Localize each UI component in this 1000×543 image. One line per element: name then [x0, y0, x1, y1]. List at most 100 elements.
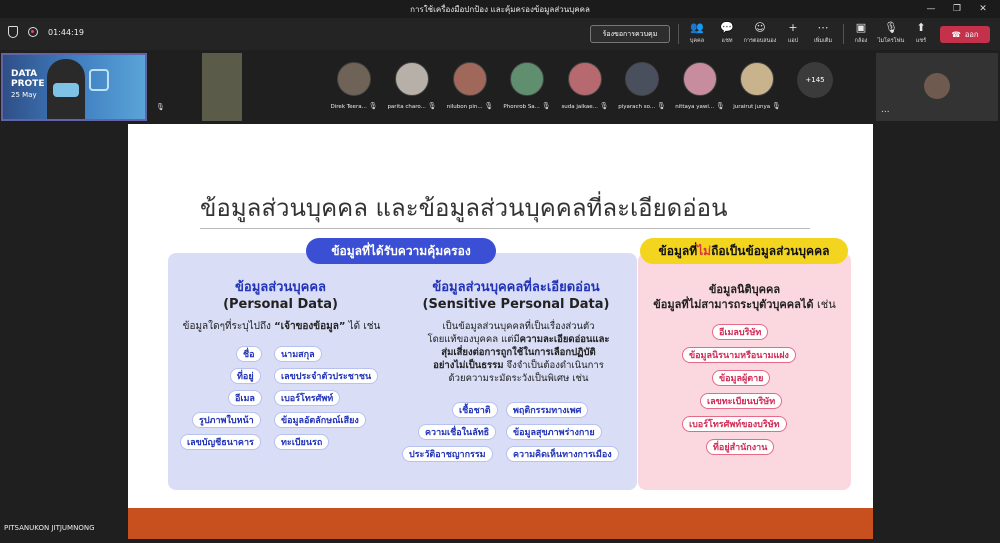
mic-off-icon: 🎙 — [156, 103, 165, 111]
title-divider — [200, 228, 810, 229]
slide-title: ข้อมูลส่วนบุคคล และข้อมูลส่วนบุคคลที่ละเ… — [200, 194, 728, 222]
shield-icon[interactable] — [8, 26, 18, 38]
people-button[interactable]: 👥 บุคคล — [680, 22, 714, 45]
desc-text: โดยแท้ของบุคคล แต่มี — [427, 334, 520, 345]
window-title: การใช้เครื่องมือปกป้อง และคุ้มครองข้อมูล… — [410, 4, 590, 14]
personal-tag: เลขประจำตัวประชาชน — [274, 368, 379, 384]
sensitive-tag: ข้อมูลสุขภาพร่างกาย — [506, 424, 602, 440]
share-icon: ⬆ — [916, 21, 926, 34]
participant-name: Phonrob Sa... — [503, 104, 540, 110]
mic-off-icon: 🎙 — [484, 102, 494, 110]
non-personal-tag: เลขทะเบียนบริษัท — [700, 393, 783, 409]
non-personal-tag: ที่อยู่สำนักงาน — [706, 439, 775, 455]
mic-button[interactable]: 🎙 ไมโครโฟน — [874, 22, 908, 45]
mic-off-icon: 🎙 — [541, 102, 551, 110]
participant-video-tile[interactable] — [202, 53, 242, 121]
more-icon: ⋯ — [817, 21, 829, 34]
apps-button[interactable]: + แอป — [776, 22, 810, 45]
sensitive-tag: เชื้อชาติ — [452, 402, 498, 418]
camera-button[interactable]: ▣ กล้อง — [844, 22, 878, 45]
desc-text: ด้วยความระมัดระวังเป็นพิเศษ เช่น — [448, 373, 589, 384]
personal-data-title: ข้อมูลส่วนบุคคล (Personal Data) — [178, 279, 383, 313]
mic-off-icon: 🎙 — [771, 102, 781, 110]
personal-tag: ชื่อ — [236, 346, 262, 362]
non-personal-title: ข้อมูลนิติบุคคล — [708, 283, 781, 296]
meeting-timer: 01:44:19 — [48, 27, 84, 37]
avatar — [568, 62, 602, 96]
share-button[interactable]: ⬆ แชร์ — [904, 22, 938, 45]
personal-data-desc: ข้อมูลใดๆที่ระบุไปถึง “เจ้าของข้อมูล” ได… — [174, 320, 389, 334]
leave-label: ออก — [964, 29, 979, 39]
tile-options-button[interactable]: ... — [881, 105, 890, 115]
leave-button[interactable]: ☎ ออก — [940, 26, 990, 43]
desc-text: จึงจำเป็นต้องดำเนินการ — [503, 360, 604, 371]
avatar — [683, 62, 717, 96]
non-personal-data-title: ข้อมูลนิติบุคคล ข้อมูลที่ไม่สามารถระบุตั… — [638, 282, 851, 312]
participant-tile[interactable]: Phonrob Sa... 🎙 — [497, 62, 557, 110]
mic-off-icon: 🎙 — [884, 21, 898, 34]
presenter-video-tile[interactable]: DATA PROTE 25 May — [1, 53, 147, 121]
request-control-button[interactable]: ร้องขอการควบคุม — [590, 25, 670, 43]
lock-icon — [89, 69, 109, 91]
participant-tile[interactable]: suda jaikae... 🎙 — [555, 62, 615, 110]
personal-tag: ข้อมูลอัตลักษณ์เสียง — [274, 412, 366, 428]
desc-bold: อย่างไม่เป็นธรรม — [433, 360, 504, 371]
toolbar-divider — [678, 24, 679, 44]
participant-tile[interactable]: nittaya yawi... 🎙 — [670, 62, 730, 110]
apps-label: แอป — [787, 38, 799, 44]
participant-tile[interactable]: Direk Teera... 🎙 — [324, 62, 384, 110]
desc-text: เป็นข้อมูลส่วนบุคคลที่เป็นเรื่องส่วนตัว — [442, 321, 595, 332]
header-negation: ไม่ — [697, 243, 712, 258]
sensitive-data-desc: เป็นข้อมูลส่วนบุคคลที่เป็นเรื่องส่วนตัว … — [406, 320, 631, 385]
personal-tag: ทะเบียนรถ — [274, 434, 330, 450]
participant-name: nittaya yawi... — [675, 104, 715, 110]
face-mask — [53, 83, 79, 97]
people-icon: 👥 — [690, 21, 704, 34]
personal-tag: เลขบัญชีธนาคาร — [180, 434, 261, 450]
avatar — [924, 73, 950, 99]
restore-button[interactable]: ❐ — [944, 4, 970, 14]
window-controls: — ❐ ✕ — [918, 0, 996, 18]
more-participants-button[interactable]: +145 — [797, 62, 833, 98]
self-video-tile[interactable]: ... — [876, 53, 998, 121]
phone-hangup-icon: ☎ — [951, 30, 961, 39]
avatar — [510, 62, 544, 96]
sensitive-tag: พฤติกรรมทางเพศ — [506, 402, 589, 418]
desc-bold: สุ่มเสี่ยงต่อการถูกใช้ในการเลือกปฏิบัติ — [441, 347, 596, 358]
avatar — [337, 62, 371, 96]
participant-name: piyarach so... — [618, 104, 656, 110]
chat-button[interactable]: 💬 แชท — [710, 22, 744, 45]
non-personal-tag: ข้อมูลนิรนามหรือนามแฝง — [682, 347, 796, 363]
slide-footer-bar — [128, 508, 873, 539]
reactions-button[interactable]: ☺ การตอบสนอง — [743, 22, 777, 45]
more-button[interactable]: ⋯ เพิ่มเติม — [806, 22, 840, 45]
minimize-button[interactable]: — — [918, 4, 944, 14]
participant-tile[interactable]: nilubon pin... 🎙 — [440, 62, 500, 110]
participant-tile[interactable]: piyarach so... 🎙 — [612, 62, 672, 110]
meeting-status: 01:44:19 — [8, 26, 84, 38]
meeting-toolbar: 01:44:19 ร้องขอการควบคุม 👥 บุคคล 💬 แชท ☺… — [0, 18, 1000, 50]
sensitive-tag: ความเชื่อในลัทธิ — [418, 424, 497, 440]
mic-off-icon: 🎙 — [427, 102, 437, 110]
chat-label: แชท — [721, 38, 733, 44]
participant-name: suda jaikae... — [561, 104, 598, 110]
mic-label: ไมโครโฟน — [877, 38, 905, 44]
recording-icon — [28, 27, 38, 37]
protected-data-header: ข้อมูลที่ได้รับความคุ้มครอง — [306, 238, 496, 264]
presenter-name-label: PITSANUKON JITJUMNONG — [4, 524, 95, 532]
participant-tile[interactable]: parita charo... 🎙 — [382, 62, 442, 110]
avatar — [740, 62, 774, 96]
apps-icon: + — [788, 21, 798, 34]
close-window-button[interactable]: ✕ — [970, 4, 996, 14]
sensitive-data-title: ข้อมูลส่วนบุคคลที่ละเอียดอ่อน (Sensitive… — [396, 279, 636, 313]
non-personal-subtitle: ข้อมูลที่ไม่สามารถระบุตัวบุคคลได้ — [653, 298, 814, 311]
personal-title-th: ข้อมูลส่วนบุคคล — [235, 280, 326, 295]
sensitive-title-th: ข้อมูลส่วนบุคคลที่ละเอียดอ่อน — [432, 280, 600, 295]
avatar — [625, 62, 659, 96]
desc-text: ข้อมูลใดๆที่ระบุไปถึง — [182, 321, 275, 332]
window-titlebar: การใช้เครื่องมือปกป้อง และคุ้มครองข้อมูล… — [0, 0, 1000, 18]
participant-tile[interactable]: jurairut junya 🎙 — [727, 62, 787, 110]
personal-tag: อีเมล — [228, 390, 262, 406]
avatar — [395, 62, 429, 96]
presenter-bg-date: 25 May — [11, 91, 37, 99]
